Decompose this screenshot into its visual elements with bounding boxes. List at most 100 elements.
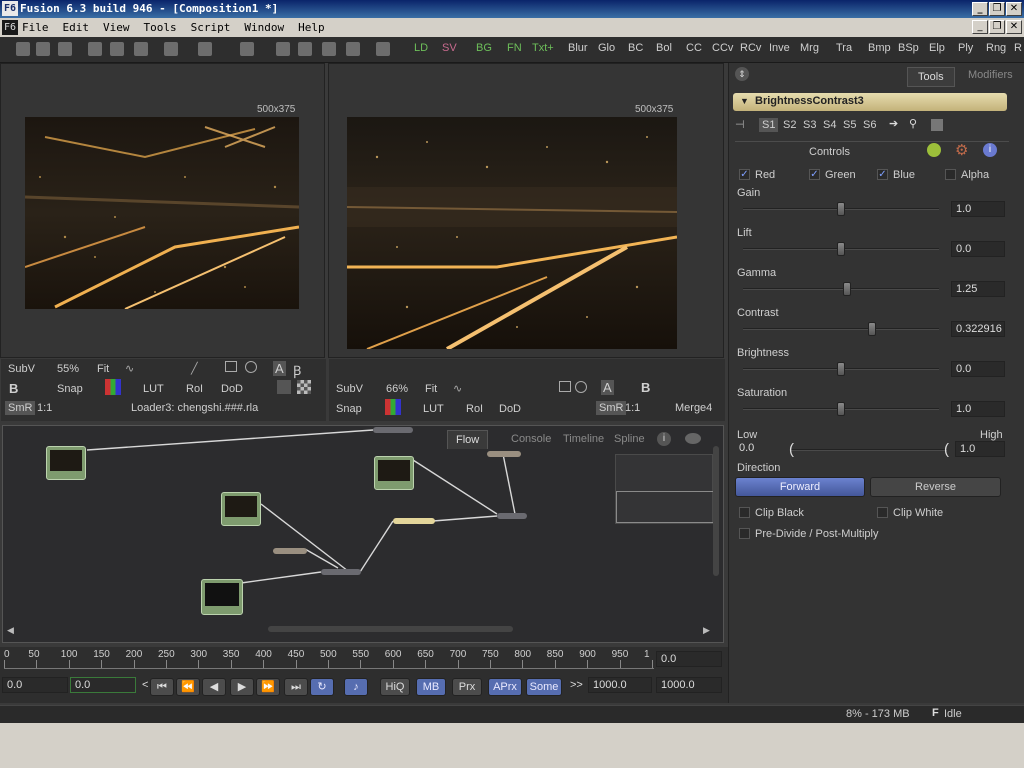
left-rect-mask-icon[interactable] [225, 361, 237, 372]
tool-1[interactable]: SV [442, 42, 457, 54]
left-roi-button[interactable]: RoI [186, 383, 203, 395]
prx-button[interactable]: Prx [452, 678, 482, 696]
left-curve-icon[interactable]: ∿ [125, 362, 134, 375]
left-one-to-one-button[interactable]: 1:1 [37, 402, 52, 414]
render-icon[interactable] [376, 42, 390, 56]
panel-expand-icon[interactable]: ⇕ [735, 67, 749, 81]
render-start-time[interactable]: 0.0 [70, 677, 136, 693]
go-start-icon[interactable]: ⏮ [150, 678, 174, 696]
tab-modifiers[interactable]: Modifiers [968, 69, 1013, 81]
right-color-channels-icon[interactable] [385, 399, 401, 415]
tool-8[interactable]: Bol [656, 42, 672, 54]
tool-13[interactable]: Mrg [800, 42, 819, 54]
radioactive-icon[interactable] [927, 143, 941, 157]
range-high-handle[interactable]: ( [944, 441, 949, 458]
reverse-button[interactable]: Reverse [870, 477, 1001, 497]
copy-icon[interactable] [110, 42, 124, 56]
panel-info-icon[interactable]: i [983, 143, 997, 157]
save-file-icon[interactable] [58, 42, 72, 56]
channel-2-checkbox[interactable]: ✓ [877, 169, 888, 180]
scroll-left-icon[interactable]: ◀ [7, 625, 14, 636]
tool-10[interactable]: CCv [712, 42, 733, 54]
flow-navigator[interactable] [615, 454, 714, 524]
loop-icon[interactable]: ↻ [310, 678, 334, 696]
some-button[interactable]: Some [526, 678, 562, 696]
loader-node-2[interactable] [374, 456, 414, 490]
range-low-value[interactable]: 0.0 [735, 441, 789, 457]
right-viewer[interactable]: 500x375 SubV 66% Fit ∿ A B Snap LUT RoI … [328, 63, 725, 421]
option-1-checkbox[interactable] [877, 507, 888, 518]
current-time[interactable]: 0.0 [656, 651, 722, 667]
slot-s5[interactable]: S5 [843, 119, 856, 131]
slot-s4[interactable]: S4 [823, 119, 836, 131]
prev-keyframe-icon[interactable]: < [142, 679, 148, 691]
param-2-knob[interactable] [843, 282, 851, 296]
global-start-time[interactable]: 0.0 [2, 677, 68, 693]
param-1-knob[interactable] [837, 242, 845, 256]
navigator-viewport[interactable] [616, 491, 714, 523]
slot-s6[interactable]: S6 [863, 119, 876, 131]
channel-0-checkbox[interactable]: ✓ [739, 169, 750, 180]
param-0-value[interactable]: 1.0 [951, 201, 1005, 217]
param-2-value[interactable]: 1.25 [951, 281, 1005, 297]
go-end-icon[interactable]: ⏭ [284, 678, 308, 696]
brightness-contrast-node[interactable] [393, 518, 435, 524]
right-zoom-level[interactable]: 66% [386, 383, 408, 395]
channel-1-checkbox[interactable]: ✓ [809, 169, 820, 180]
rewind-icon[interactable]: ⏪ [176, 678, 200, 696]
left-lut-button[interactable]: LUT [143, 383, 164, 395]
menu-script[interactable]: Script [191, 21, 231, 34]
play-reverse-icon[interactable]: ◀ [202, 678, 226, 696]
param-0-knob[interactable] [837, 202, 845, 216]
eyedropper-icon[interactable]: ⚲ [909, 117, 917, 130]
aprx-button[interactable]: APrx [488, 678, 522, 696]
tool-11[interactable]: RCv [740, 42, 761, 54]
menu-view[interactable]: View [103, 21, 130, 34]
right-dod-button[interactable]: DoD [499, 403, 521, 415]
left-text-plus-icon[interactable]: Ꞵ [293, 361, 301, 379]
new-file-icon[interactable] [16, 42, 30, 56]
tool-15[interactable]: Bmp [868, 42, 891, 54]
tool-20[interactable]: R [1014, 42, 1022, 54]
right-b-button[interactable]: B [641, 380, 650, 395]
undo-icon[interactable] [164, 42, 178, 56]
paste-icon[interactable] [134, 42, 148, 56]
minimize-icon[interactable]: _ [972, 2, 988, 16]
arrow-right-icon[interactable]: ➔ [889, 117, 898, 130]
tool-4[interactable]: Txt+ [532, 42, 554, 54]
menu-file[interactable]: File [22, 21, 49, 34]
left-checker-icon[interactable] [297, 380, 311, 394]
tool-19[interactable]: Rng [986, 42, 1006, 54]
tab-tools[interactable]: Tools [907, 67, 955, 87]
param-3-value[interactable]: 0.322916 [951, 321, 1005, 337]
left-snap-button[interactable]: Snap [57, 383, 83, 395]
left-zoom-level[interactable]: 55% [57, 363, 79, 375]
menu-help[interactable]: Help [298, 21, 325, 34]
right-curve-icon[interactable]: ∿ [453, 382, 462, 395]
loader-node-1[interactable] [46, 446, 86, 480]
tool-18[interactable]: Ply [958, 42, 973, 54]
forward-button[interactable]: Forward [735, 477, 865, 497]
flow-vertical-scrollbar[interactable] [713, 446, 719, 576]
right-subview-toggle[interactable]: SubV [336, 383, 363, 395]
hiq-button[interactable]: HiQ [380, 678, 410, 696]
audio-icon[interactable]: ♪ [344, 678, 368, 696]
left-b-button[interactable]: B [9, 381, 18, 396]
range-track[interactable] [791, 449, 947, 451]
tool-14[interactable]: Tra [836, 42, 852, 54]
collapse-icon[interactable]: ▼ [740, 96, 749, 106]
right-snap-button[interactable]: Snap [336, 403, 362, 415]
restore-icon[interactable]: ❐ [989, 2, 1005, 16]
layout-bottom-icon[interactable] [346, 42, 360, 56]
layout-split-icon[interactable] [298, 42, 312, 56]
layout-quad-icon[interactable] [322, 42, 336, 56]
layout-single-icon[interactable] [276, 42, 290, 56]
doc-close-icon[interactable]: ✕ [1006, 20, 1022, 34]
param-1-value[interactable]: 0.0 [951, 241, 1005, 257]
merge-node[interactable] [497, 513, 527, 519]
doc-restore-icon[interactable]: ❐ [989, 20, 1005, 34]
right-smr-button[interactable]: SmR [596, 401, 627, 415]
tool-9[interactable]: CC [686, 42, 702, 54]
delete-icon[interactable] [240, 42, 254, 56]
tool-2[interactable]: BG [476, 42, 492, 54]
